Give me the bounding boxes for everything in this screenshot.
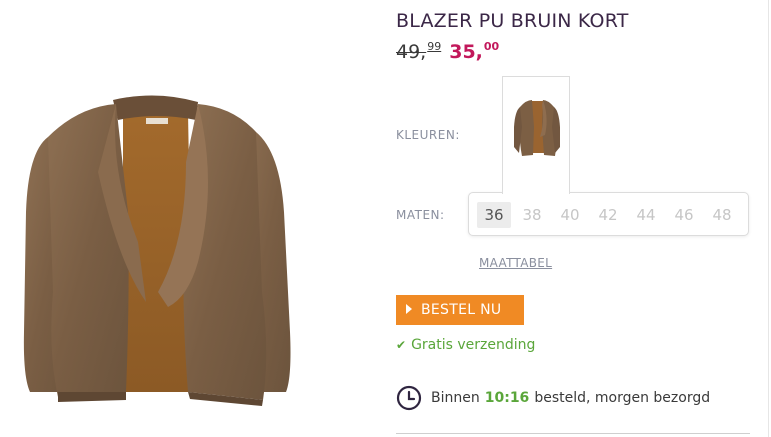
size-option-36[interactable]: 36 bbox=[477, 202, 511, 228]
clock-icon bbox=[396, 385, 422, 411]
delivery-prefix: Binnen bbox=[431, 390, 480, 406]
size-option-42[interactable]: 42 bbox=[591, 202, 625, 228]
swatch-connector bbox=[503, 190, 569, 194]
size-option-46[interactable]: 46 bbox=[667, 202, 701, 228]
size-option-40[interactable]: 40 bbox=[553, 202, 587, 228]
color-thumbnail bbox=[514, 100, 560, 156]
panel-edge bbox=[768, 0, 769, 437]
play-arrow-icon bbox=[406, 304, 412, 314]
size-chart-link[interactable]: MAATTABEL bbox=[479, 256, 552, 270]
product-title: BLAZER PU BRUIN KORT bbox=[396, 10, 629, 32]
old-price: 49,99 bbox=[396, 40, 442, 63]
order-now-button[interactable]: BESTEL NU bbox=[396, 295, 524, 325]
delivery-countdown: 10:16 bbox=[484, 390, 530, 406]
sizes-label: MATEN: bbox=[396, 208, 445, 222]
size-option-48[interactable]: 48 bbox=[705, 202, 739, 228]
divider bbox=[396, 433, 750, 434]
product-image[interactable] bbox=[18, 92, 298, 430]
price-row: 49,99 35,00 bbox=[396, 40, 500, 63]
color-swatch-selected[interactable] bbox=[502, 76, 570, 194]
delivery-suffix: besteld, morgen bezorgd bbox=[534, 390, 711, 406]
free-shipping-text: Gratis verzending bbox=[411, 337, 536, 353]
free-shipping: ✔ Gratis verzending bbox=[396, 337, 535, 353]
size-option-38[interactable]: 38 bbox=[515, 202, 549, 228]
sale-price: 35,00 bbox=[449, 40, 500, 63]
delivery-promise: Binnen 10:16 besteld, morgen bezorgd bbox=[396, 384, 710, 412]
checkmark-icon: ✔ bbox=[396, 338, 407, 352]
size-selector: 36 38 40 42 44 46 48 bbox=[468, 192, 749, 236]
order-now-label: BESTEL NU bbox=[421, 302, 502, 318]
colors-label: KLEUREN: bbox=[396, 128, 460, 142]
size-option-44[interactable]: 44 bbox=[629, 202, 663, 228]
